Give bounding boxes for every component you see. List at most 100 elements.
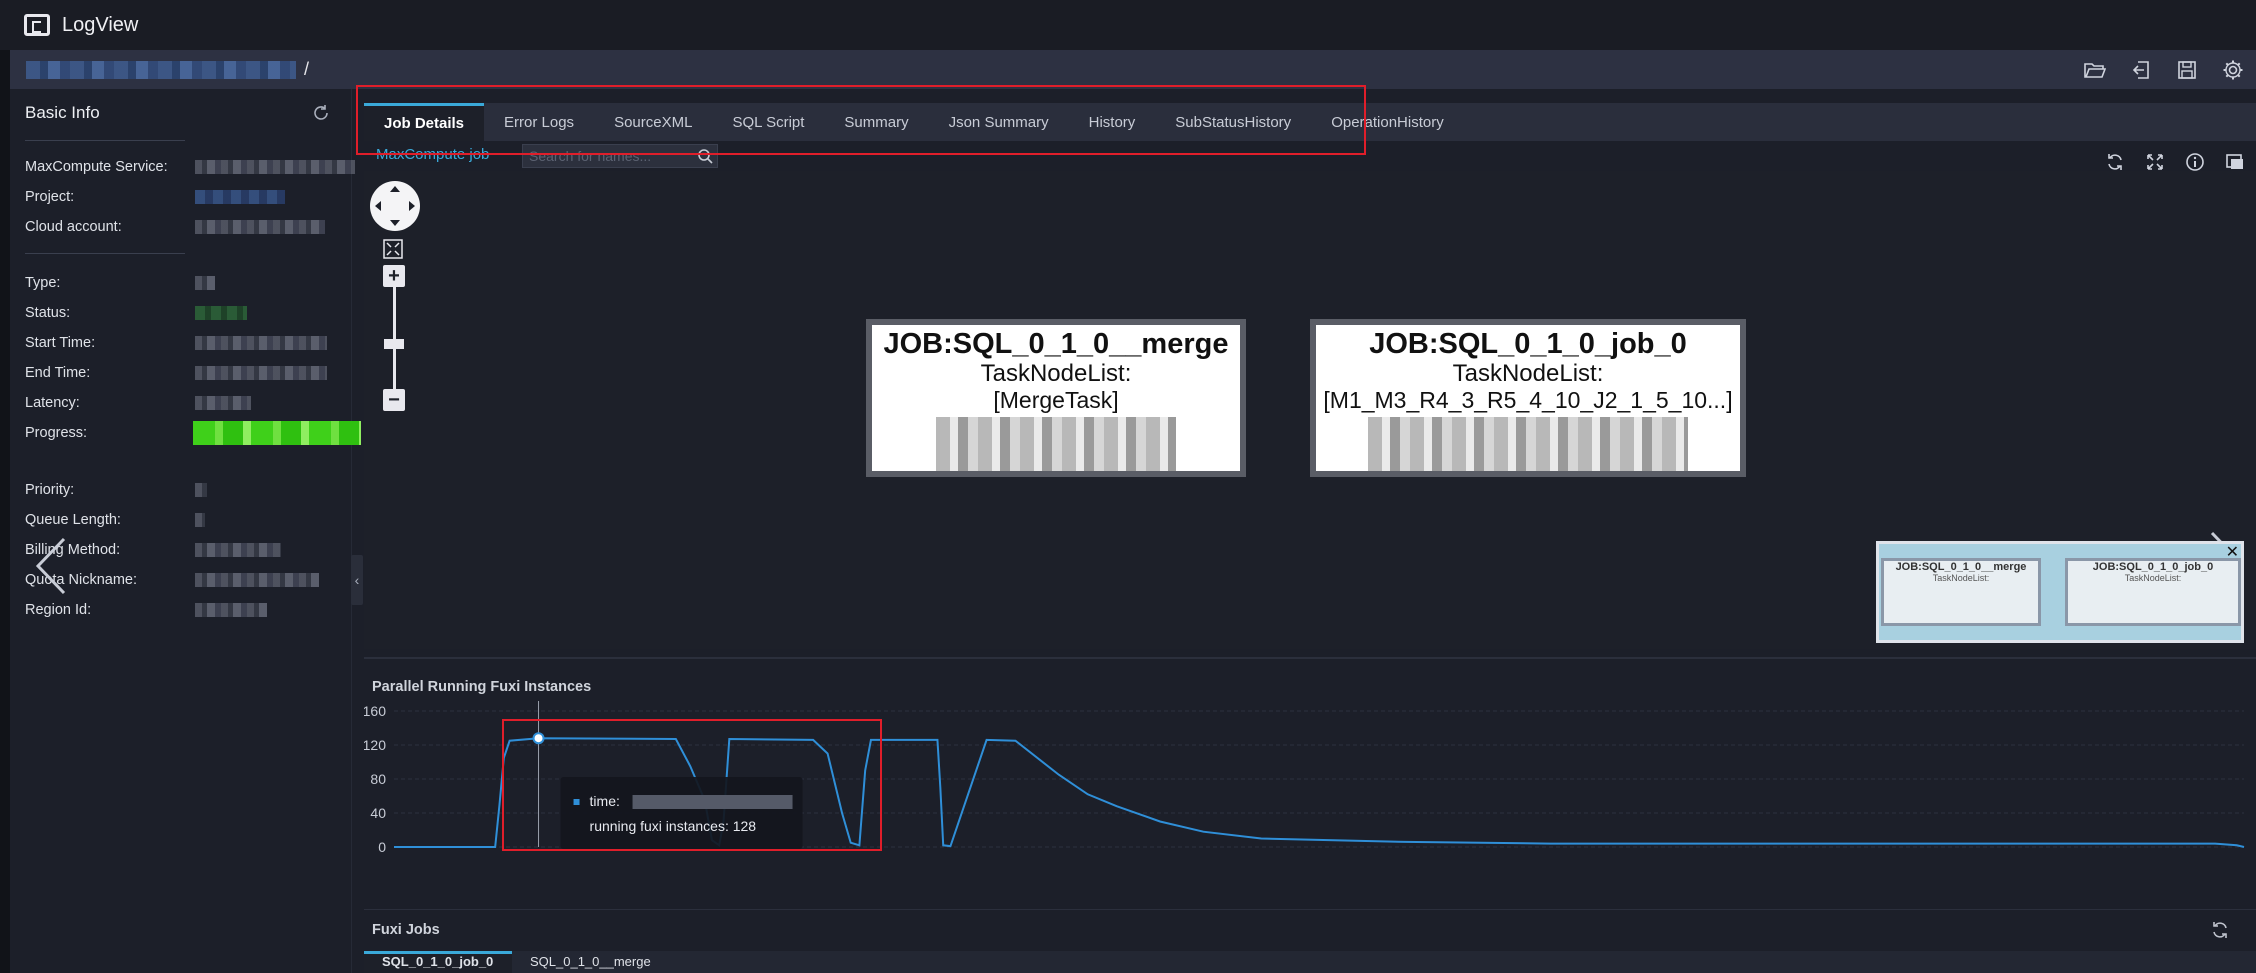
- info-value-redacted: [195, 306, 247, 320]
- info-label: End Time:: [25, 365, 91, 381]
- info-value-redacted: [195, 603, 267, 617]
- basic-info-panel: Basic Info MaxCompute Service: Project: …: [10, 89, 361, 973]
- graph-tools: [2104, 151, 2246, 173]
- zoom-out-button[interactable]: −: [383, 389, 405, 411]
- info-label: Latency:: [25, 395, 80, 411]
- highlight-box-chart: [502, 719, 882, 851]
- job-graph-canvas[interactable]: + − JOB:SQL_0_1_0__merge TaskNodeList: […: [364, 171, 2256, 649]
- info-row-quota-nickname: Quota Nickname:: [25, 569, 319, 591]
- collapse-panel-handle[interactable]: ‹: [351, 555, 363, 605]
- chart-title: Parallel Running Fuxi Instances: [372, 679, 592, 695]
- info-label: Type:: [25, 275, 61, 291]
- info-label: Priority:: [25, 482, 75, 498]
- minimap-node-merge: JOB:SQL_0_1_0__merge TaskNodeList:: [1881, 558, 2041, 626]
- fuxi-jobs-title: Fuxi Jobs: [372, 922, 440, 938]
- progress-bar: [193, 421, 361, 445]
- refresh-icon[interactable]: [311, 103, 331, 123]
- info-value-redacted: [195, 276, 215, 290]
- job-node-tasks: [M1_M3_R4_3_R5_4_10_J2_1_5_10...]: [1323, 387, 1733, 413]
- logview-app: LogView / Basic Info MaxCompute Service:…: [0, 0, 2256, 973]
- job-node-title: JOB:SQL_0_1_0_job_0: [1369, 328, 1687, 360]
- main-area: Job Details Error Logs SourceXML SQL Scr…: [356, 85, 2256, 973]
- graph-resize-divider[interactable]: [364, 657, 2256, 659]
- info-label: MaxCompute Service:: [25, 159, 168, 175]
- info-value-redacted: [195, 483, 207, 497]
- highlight-box-tabs: [356, 85, 1366, 155]
- minimap-node-job-0: JOB:SQL_0_1_0_job_0 TaskNodeList:: [2065, 558, 2241, 626]
- pan-arrows-icon: [375, 186, 415, 226]
- info-row-status: Status:: [25, 302, 247, 324]
- y-tick-label: 120: [364, 737, 386, 753]
- info-row-priority: Priority:: [25, 479, 207, 501]
- info-row-queue-length: Queue Length:: [25, 509, 205, 531]
- window-edge: [0, 50, 10, 973]
- zoom-slider-track[interactable]: [393, 271, 396, 391]
- info-label: Progress:: [25, 425, 88, 441]
- reload-icon[interactable]: [2104, 151, 2126, 173]
- info-icon[interactable]: [2184, 151, 2206, 173]
- zoom-slider-thumb[interactable]: [384, 339, 404, 349]
- info-label: Project:: [25, 189, 75, 205]
- info-value-redacted: [195, 573, 319, 587]
- logview-logo-icon: [24, 14, 50, 36]
- info-row-end-time: End Time:: [25, 362, 327, 384]
- info-row-progress: Progress:: [25, 422, 195, 444]
- graph-minimap[interactable]: ✕ JOB:SQL_0_1_0__merge TaskNodeList: JOB…: [1876, 541, 2244, 643]
- minimap-node-title: JOB:SQL_0_1_0__merge: [1895, 561, 2027, 573]
- y-tick-label: 80: [370, 771, 386, 787]
- info-label: Start Time:: [25, 335, 96, 351]
- fullscreen-icon[interactable]: [2144, 151, 2166, 173]
- job-node-title: JOB:SQL_0_1_0__merge: [883, 328, 1229, 360]
- job-node-subtitle: TaskNodeList:: [1452, 360, 1604, 387]
- info-label: Cloud account:: [25, 219, 122, 235]
- divider: [25, 253, 185, 254]
- job-node-redacted: [936, 417, 1176, 471]
- zoom-in-button[interactable]: +: [383, 265, 405, 287]
- info-value-redacted: [195, 543, 281, 557]
- info-value-redacted: [195, 336, 327, 350]
- y-tick-label: 0: [378, 839, 386, 855]
- info-value-redacted: [195, 366, 327, 380]
- pan-control[interactable]: [370, 181, 420, 231]
- exit-icon[interactable]: [2128, 58, 2154, 82]
- fuxi-tab-merge[interactable]: SQL_0_1_0__merge: [512, 951, 672, 973]
- info-value-redacted: [195, 513, 205, 527]
- save-icon[interactable]: [2174, 58, 2200, 82]
- job-node-tasks: [MergeTask]: [993, 387, 1119, 413]
- minimap-toggle-icon[interactable]: [2224, 151, 2246, 173]
- app-title: LogView: [62, 13, 139, 36]
- path-separator: /: [304, 59, 310, 79]
- info-row-cloud-account: Cloud account:: [25, 216, 325, 238]
- fit-to-screen-icon[interactable]: [383, 239, 403, 259]
- previous-arrow-icon[interactable]: [34, 537, 68, 595]
- divider: [25, 140, 185, 141]
- info-value-redacted: [195, 396, 251, 410]
- info-label: Region Id:: [25, 602, 92, 618]
- y-tick-label: 40: [370, 805, 386, 821]
- info-value-redacted: [195, 220, 325, 234]
- info-value-redacted: [195, 160, 355, 174]
- job-node-job-0[interactable]: JOB:SQL_0_1_0_job_0 TaskNodeList: [M1_M3…: [1310, 319, 1746, 477]
- folder-open-icon[interactable]: [2082, 58, 2108, 82]
- info-row-project: Project:: [25, 186, 285, 208]
- info-row-maxcompute-service: MaxCompute Service:: [25, 156, 355, 178]
- job-node-subtitle: TaskNodeList:: [980, 360, 1132, 387]
- path-bar: /: [10, 50, 2256, 89]
- minimap-node-subtitle: TaskNodeList:: [1932, 573, 1990, 583]
- info-row-latency: Latency:: [25, 392, 251, 414]
- job-node-redacted: [1368, 417, 1688, 471]
- fuxi-jobs-header: Fuxi Jobs: [364, 909, 2256, 949]
- refresh-icon[interactable]: [2210, 920, 2232, 942]
- fuxi-tab-job-0[interactable]: SQL_0_1_0_job_0: [364, 951, 512, 973]
- title-bar: LogView: [0, 0, 2256, 50]
- info-label: Status:: [25, 305, 71, 321]
- minimap-node-subtitle: TaskNodeList:: [2124, 573, 2182, 583]
- y-tick-label: 160: [364, 703, 386, 719]
- settings-icon[interactable]: [2220, 58, 2246, 82]
- info-value-redacted: [195, 190, 285, 204]
- path-actions: [2082, 58, 2246, 82]
- minimap-node-title: JOB:SQL_0_1_0_job_0: [2092, 561, 2214, 573]
- job-node-merge[interactable]: JOB:SQL_0_1_0__merge TaskNodeList: [Merg…: [866, 319, 1246, 477]
- info-row-start-time: Start Time:: [25, 332, 327, 354]
- instance-path-redacted: [26, 60, 296, 79]
